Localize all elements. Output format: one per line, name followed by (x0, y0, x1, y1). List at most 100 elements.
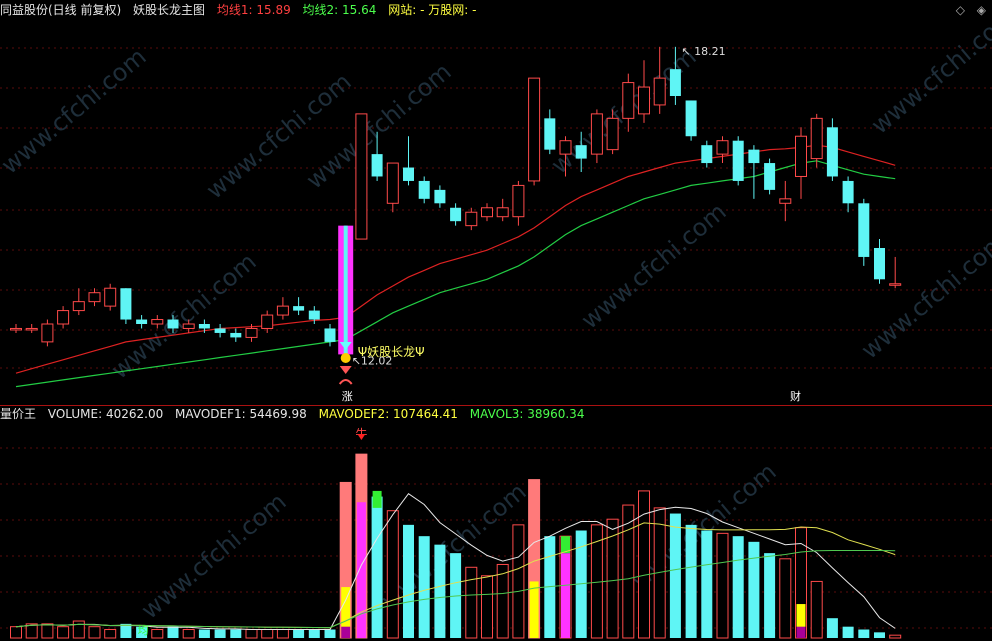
corner-tools: ◇ ◈ (948, 3, 986, 17)
mavodef1-readout: MAVODEF1: 54469.98 (175, 407, 307, 421)
candle[interactable] (57, 306, 70, 329)
candle[interactable] (779, 180, 792, 222)
candle[interactable] (136, 315, 148, 329)
candle[interactable] (638, 60, 650, 123)
high-price-label: ↖ 18.21 (681, 45, 725, 58)
candle[interactable] (25, 324, 38, 333)
ma1-line (15, 144, 896, 374)
ma2-label: 均线2: (302, 3, 343, 17)
indicator-name[interactable]: 妖股长龙主图 (133, 3, 205, 17)
candle[interactable] (496, 198, 509, 222)
candle[interactable] (434, 185, 446, 208)
candle-body (685, 100, 697, 137)
volume-bar (685, 524, 697, 638)
stock-title[interactable]: 同益股份(日线 前复权) (0, 3, 121, 17)
ma-tag-marker: 均 (138, 624, 149, 637)
candle-body (230, 332, 242, 338)
candle[interactable] (230, 328, 242, 342)
candle[interactable] (276, 297, 289, 320)
candle[interactable] (214, 324, 226, 338)
candle[interactable] (512, 180, 525, 226)
volume-bar (88, 626, 101, 639)
candle-body (167, 319, 179, 329)
candle[interactable] (104, 283, 117, 311)
main-chart-header: 同益股份(日线 前复权) 妖股长龙主图 均线1: 15.89 均线2: 15.6… (0, 0, 484, 20)
candle-body (701, 145, 713, 164)
ma1-value: 15.89 (256, 3, 291, 17)
candle[interactable] (842, 176, 854, 213)
candle-body (25, 327, 38, 331)
mavol3-readout: MAVOL3: 38960.34 (469, 407, 585, 421)
candle[interactable] (810, 113, 823, 168)
zhang-marker: 涨 (342, 390, 353, 403)
candle-body (72, 301, 85, 312)
candle[interactable] (716, 136, 729, 164)
candle[interactable] (701, 140, 713, 168)
candle[interactable] (826, 118, 838, 181)
candle[interactable] (481, 203, 493, 222)
candle[interactable] (764, 158, 776, 195)
candle[interactable] (386, 162, 399, 213)
candle-body (575, 145, 587, 159)
mavodef2-readout: MAVODEF2: 107464.41 (318, 407, 458, 421)
candle[interactable] (732, 136, 744, 186)
candle[interactable] (41, 319, 54, 347)
candle[interactable] (544, 109, 556, 155)
candle[interactable] (889, 256, 902, 289)
candle[interactable] (450, 203, 462, 226)
volume-bar (496, 563, 509, 639)
candle[interactable] (72, 288, 85, 316)
candle[interactable] (120, 288, 132, 324)
volume-bar (764, 553, 776, 638)
candle[interactable] (10, 324, 22, 333)
candle-body (496, 207, 509, 218)
candle-body (418, 180, 430, 199)
candle[interactable] (338, 225, 354, 355)
volume-bar (434, 544, 446, 638)
candle-body (245, 327, 258, 338)
candle[interactable] (465, 207, 478, 231)
diamond-icon[interactable]: ◇ (956, 3, 965, 17)
candle-body (10, 327, 22, 331)
candle[interactable] (293, 297, 305, 316)
candle[interactable] (355, 113, 368, 240)
volume-bar (214, 629, 226, 638)
candle-body (653, 77, 666, 106)
limit-up-candle-core (343, 225, 348, 355)
volume-bar (261, 629, 274, 639)
candle[interactable] (685, 100, 697, 141)
watermark-text: www.cfchi.com (866, 2, 992, 139)
candle-body (544, 118, 556, 150)
price-chart[interactable]: www.cfchi.com www.cfchi.com www.cfchi.com w… (0, 0, 992, 641)
candle-body (88, 292, 101, 303)
candle[interactable] (653, 46, 666, 114)
candle[interactable] (858, 198, 870, 266)
candle-body (403, 167, 414, 181)
site-readout: 网站: - 万股网: - (388, 3, 477, 17)
volume-signal-bar (529, 581, 539, 638)
volume-signal-bar (561, 553, 570, 638)
ma2-readout: 均线2: 15.64 (303, 3, 377, 17)
volume-bar (167, 626, 179, 638)
volume-bar (874, 632, 885, 638)
volume-bar (826, 618, 838, 638)
candle[interactable] (418, 176, 430, 204)
candle[interactable] (403, 136, 414, 186)
volume-readout: VOLUME: 40262.00 (47, 407, 164, 421)
volume-panel-header: 量价王 VOLUME: 40262.00 MAVODEF1: 54469.98 … (0, 404, 592, 424)
candle-body (622, 82, 635, 119)
watermark-text: www.cfchi.com (0, 42, 152, 179)
candle[interactable] (874, 239, 885, 284)
candle-body (434, 189, 446, 204)
volume-indicator-name[interactable]: 量价王 (0, 407, 36, 421)
volume-bar (481, 575, 493, 639)
candle-body (293, 306, 305, 311)
candle-body (104, 287, 117, 307)
candle-body (826, 127, 838, 177)
candle[interactable] (795, 127, 807, 199)
candle[interactable] (88, 288, 101, 307)
double-diamond-icon[interactable]: ◈ (977, 3, 986, 17)
candle[interactable] (528, 77, 541, 186)
candle-body (465, 211, 478, 227)
candle[interactable] (748, 145, 760, 199)
